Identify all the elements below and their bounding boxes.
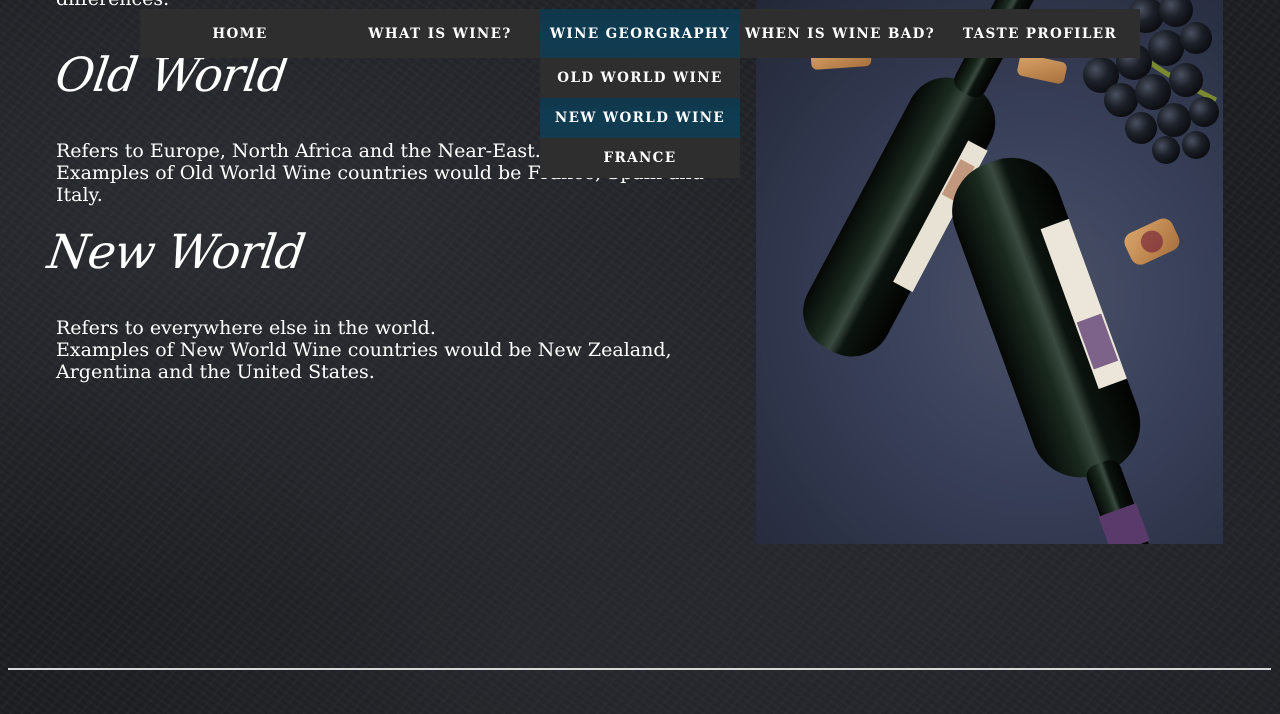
new-world-line-1: Refers to everywhere else in the world.: [56, 317, 436, 339]
wine-bottles-illustration: [803, 0, 1219, 544]
nav-home[interactable]: HOME: [140, 9, 340, 58]
new-world-line-2: Examples of New World Wine countries wou…: [56, 339, 672, 383]
wine-bottles-photo: [756, 0, 1223, 544]
main-navigation: HOME WHAT IS WINE? WINE GEORGRAPHY WHEN …: [140, 9, 1140, 58]
nav-when-is-wine-bad[interactable]: WHEN IS WINE BAD?: [740, 9, 940, 58]
nav-what-is-wine[interactable]: WHAT IS WINE?: [340, 9, 540, 58]
nav-taste-profiler[interactable]: TASTE PROFILER: [940, 9, 1140, 58]
footer-divider: [8, 668, 1271, 670]
new-world-description: Refers to everywhere else in the world. …: [56, 317, 736, 383]
dropdown-new-world-wine[interactable]: NEW WORLD WINE: [540, 98, 740, 138]
new-world-heading: New World: [44, 225, 309, 280]
nav-wine-geography[interactable]: WINE GEORGRAPHY: [540, 9, 740, 58]
wine-geography-dropdown: OLD WORLD WINE NEW WORLD WINE FRANCE: [540, 58, 740, 178]
dropdown-old-world-wine[interactable]: OLD WORLD WINE: [540, 58, 740, 98]
dropdown-france[interactable]: FRANCE: [540, 138, 740, 178]
